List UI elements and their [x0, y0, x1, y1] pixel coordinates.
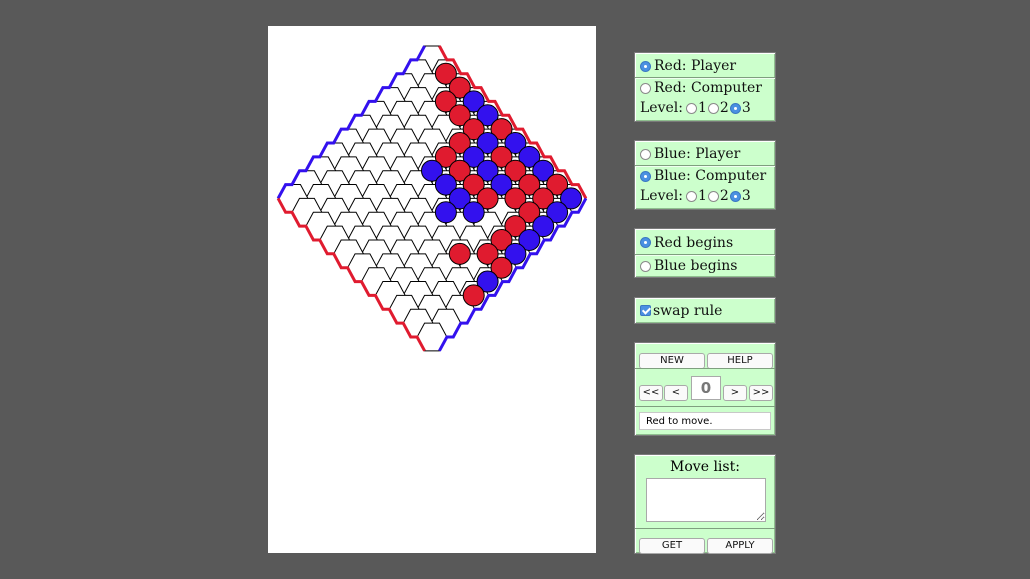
control-panel: NEW HELP << < 0 > >> Red to move.: [634, 342, 776, 436]
red-stone: [448, 242, 471, 265]
red-level-3-label: 3: [741, 100, 751, 116]
movelist-panel: Move list: GET APPLY: [634, 454, 776, 554]
blue-panel: Blue: Player Blue: Computer Level: 1 2 3: [634, 140, 776, 210]
blue-level-3-label: 3: [741, 188, 751, 204]
swap-rule-checkbox[interactable]: [640, 305, 651, 316]
red-level-2-label: 2: [719, 100, 729, 116]
red-begins-option[interactable]: Red begins: [635, 229, 775, 254]
blue-computer-option[interactable]: Blue: Computer: [635, 165, 775, 186]
red-panel: Red: Player Red: Computer Level: 1 2 3: [634, 52, 776, 122]
apply-button[interactable]: APPLY: [707, 537, 773, 554]
red-level-1-radio[interactable]: [685, 102, 697, 114]
blue-stone: [462, 201, 485, 224]
blue-stone: [434, 201, 457, 224]
blue-level-3-radio[interactable]: [729, 190, 741, 202]
next-move-button[interactable]: >: [723, 384, 747, 401]
control-divider-2: [635, 406, 775, 407]
get-button[interactable]: GET: [639, 537, 705, 554]
help-button[interactable]: HELP: [707, 352, 773, 369]
blue-level-1-label: 1: [697, 188, 707, 204]
red-level-3-radio[interactable]: [729, 102, 741, 114]
red-begins-label: Red begins: [654, 234, 734, 251]
red-level-label: Level:: [640, 100, 683, 116]
first-move-button[interactable]: <<: [639, 384, 663, 401]
red-computer-option[interactable]: Red: Computer: [635, 77, 775, 98]
movelist-textarea[interactable]: [646, 478, 766, 522]
blue-computer-radio[interactable]: [640, 170, 651, 182]
swap-rule-option[interactable]: swap rule: [635, 298, 775, 323]
red-level-2-radio[interactable]: [707, 102, 719, 114]
blue-level-2-radio[interactable]: [707, 190, 719, 202]
blue-player-option[interactable]: Blue: Player: [635, 141, 775, 165]
movelist-divider: [635, 528, 775, 529]
red-computer-radio[interactable]: [640, 82, 651, 94]
blue-level-1[interactable]: 1: [685, 188, 707, 204]
red-level-1-label: 1: [697, 100, 707, 116]
blue-begins-radio[interactable]: [640, 260, 651, 272]
blue-level-2-label: 2: [719, 188, 729, 204]
status-text: Red to move.: [639, 412, 771, 430]
blue-begins-label: Blue begins: [654, 258, 738, 274]
red-stone: [462, 284, 485, 307]
red-computer-label: Red: Computer: [654, 80, 762, 96]
red-player-option[interactable]: Red: Player: [635, 53, 775, 77]
red-level-3[interactable]: 3: [729, 100, 751, 116]
begin-panel: Red begins Blue begins: [634, 228, 776, 278]
movelist-title: Move list:: [670, 459, 740, 475]
blue-player-label: Blue: Player: [654, 146, 741, 162]
red-begins-radio[interactable]: [640, 237, 651, 248]
blue-player-radio[interactable]: [640, 148, 651, 160]
new-button[interactable]: NEW: [639, 352, 705, 369]
move-counter: 0: [691, 376, 721, 400]
red-level-1[interactable]: 1: [685, 100, 707, 116]
previous-move-button[interactable]: <: [664, 384, 688, 401]
control-divider-1: [635, 368, 775, 369]
blue-level-3[interactable]: 3: [729, 188, 751, 204]
blue-begins-option[interactable]: Blue begins: [635, 254, 775, 277]
red-player-label: Red: Player: [654, 58, 737, 74]
red-player-radio[interactable]: [640, 60, 651, 72]
blue-level-label: Level:: [640, 188, 683, 204]
swap-rule-label: swap rule: [653, 302, 723, 319]
blue-level-1-radio[interactable]: [685, 190, 697, 202]
swap-panel: swap rule: [634, 297, 776, 324]
blue-computer-label: Blue: Computer: [654, 168, 767, 184]
blue-level-row: Level: 1 2 3: [635, 186, 775, 206]
last-move-button[interactable]: >>: [749, 384, 773, 401]
red-level-row: Level: 1 2 3: [635, 98, 775, 118]
board-panel: [268, 26, 596, 553]
hex-board[interactable]: [268, 26, 596, 553]
red-level-2[interactable]: 2: [707, 100, 729, 116]
blue-level-2[interactable]: 2: [707, 188, 729, 204]
